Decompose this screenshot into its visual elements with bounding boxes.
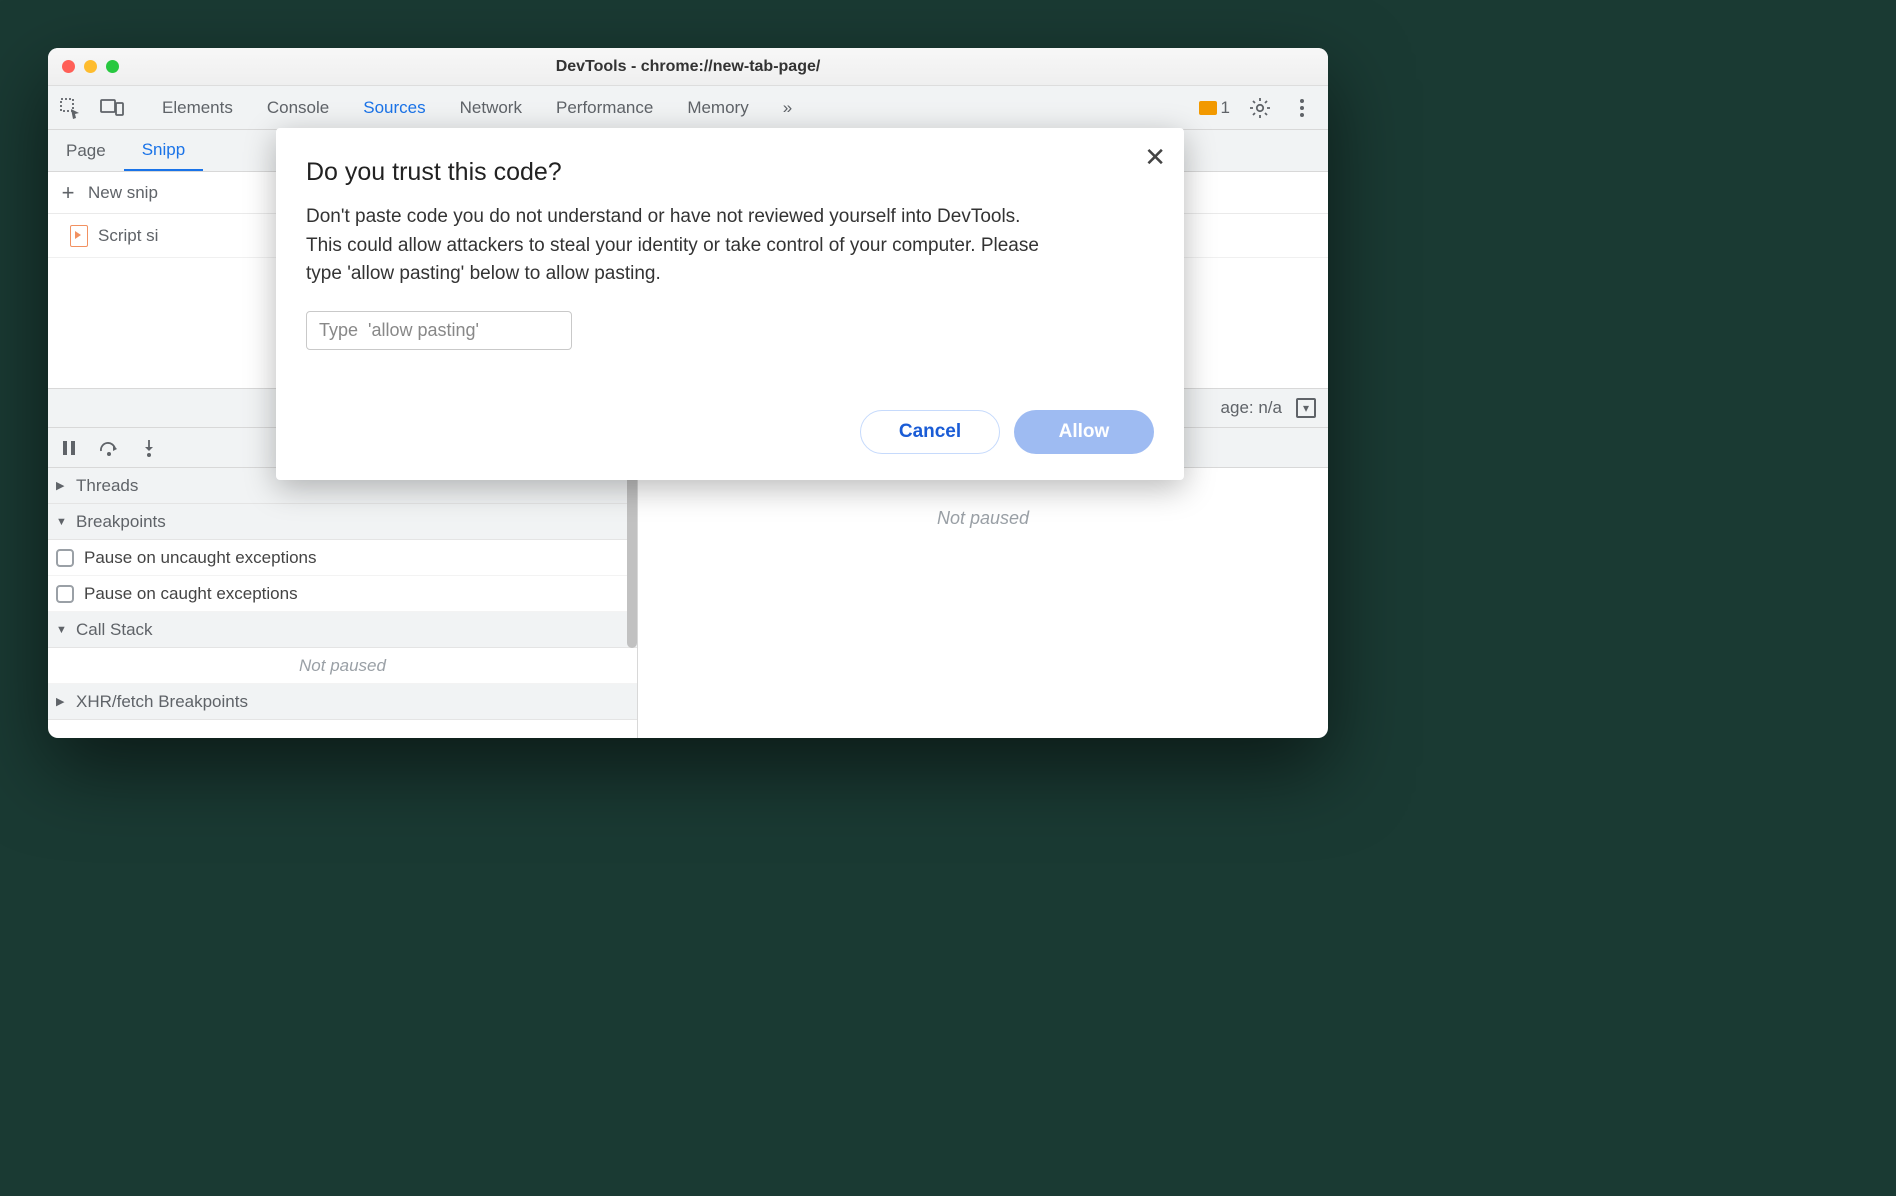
plus-icon: + <box>58 182 78 204</box>
pause-uncaught-row[interactable]: Pause on uncaught exceptions <box>48 540 637 576</box>
pause-caught-label: Pause on caught exceptions <box>84 584 298 604</box>
kebab-menu-icon[interactable] <box>1290 96 1314 120</box>
allow-button[interactable]: Allow <box>1014 410 1154 454</box>
tab-memory[interactable]: Memory <box>687 98 748 118</box>
main-toolbar: Elements Console Sources Network Perform… <box>48 86 1328 130</box>
checkbox-uncaught[interactable] <box>56 549 74 567</box>
checkbox-caught[interactable] <box>56 585 74 603</box>
snippet-item-label: Script si <box>98 226 158 246</box>
zoom-window-icon[interactable] <box>106 60 119 73</box>
chevron-down-icon: ▼ <box>56 516 68 528</box>
chevron-down-icon: ▼ <box>56 624 68 636</box>
tab-performance[interactable]: Performance <box>556 98 653 118</box>
close-icon[interactable]: ✕ <box>1144 142 1166 173</box>
warning-icon <box>1199 101 1217 115</box>
new-snippet-label: New snip <box>88 183 158 203</box>
debugger-sidebar: ▶ Threads ▼ Breakpoints Pause on uncaugh… <box>48 468 638 738</box>
snippet-file-icon <box>70 225 88 247</box>
pause-caught-row[interactable]: Pause on caught exceptions <box>48 576 637 612</box>
devtools-window: DevTools - chrome://new-tab-page/ Elemen… <box>48 48 1328 738</box>
warnings-count: 1 <box>1221 98 1230 118</box>
tab-elements[interactable]: Elements <box>162 98 233 118</box>
step-into-icon[interactable] <box>138 437 160 459</box>
tabs-overflow-icon[interactable]: » <box>783 98 792 118</box>
subtab-snippets[interactable]: Snipp <box>124 130 203 171</box>
trust-code-dialog: ✕ Do you trust this code? Don't paste co… <box>276 128 1184 480</box>
coverage-label: age: n/a <box>1221 398 1282 418</box>
tab-sources[interactable]: Sources <box>363 98 425 118</box>
warnings-badge[interactable]: 1 <box>1199 98 1230 118</box>
inspect-element-icon[interactable] <box>58 96 82 120</box>
scope-pane: Not paused <box>638 468 1328 738</box>
dialog-title: Do you trust this code? <box>306 158 1154 187</box>
close-window-icon[interactable] <box>62 60 75 73</box>
subtab-page[interactable]: Page <box>48 130 124 171</box>
section-call-stack[interactable]: ▼ Call Stack <box>48 612 637 648</box>
pause-icon[interactable] <box>58 437 80 459</box>
scope-not-paused: Not paused <box>937 508 1029 528</box>
titlebar: DevTools - chrome://new-tab-page/ <box>48 48 1328 86</box>
call-stack-label: Call Stack <box>76 620 153 640</box>
section-xhr-breakpoints[interactable]: ▶ XHR/fetch Breakpoints <box>48 684 637 720</box>
chevron-right-icon: ▶ <box>56 695 68 708</box>
minimize-window-icon[interactable] <box>84 60 97 73</box>
step-over-icon[interactable] <box>98 437 120 459</box>
tab-console[interactable]: Console <box>267 98 329 118</box>
window-title: DevTools - chrome://new-tab-page/ <box>48 58 1328 76</box>
call-stack-empty: Not paused <box>48 648 637 684</box>
cancel-button[interactable]: Cancel <box>860 410 1000 454</box>
device-toggle-icon[interactable] <box>100 96 124 120</box>
dialog-body: Don't paste code you do not understand o… <box>306 203 1046 289</box>
tab-network[interactable]: Network <box>460 98 522 118</box>
section-breakpoints[interactable]: ▼ Breakpoints <box>48 504 637 540</box>
coverage-dropdown-icon[interactable]: ▾ <box>1296 398 1316 418</box>
threads-label: Threads <box>76 476 138 496</box>
allow-pasting-input[interactable] <box>306 311 572 350</box>
pause-uncaught-label: Pause on uncaught exceptions <box>84 548 317 568</box>
chevron-right-icon: ▶ <box>56 479 68 492</box>
gear-icon[interactable] <box>1248 96 1272 120</box>
breakpoints-label: Breakpoints <box>76 512 166 532</box>
xhr-breakpoints-label: XHR/fetch Breakpoints <box>76 692 248 712</box>
panel-tabbar: Elements Console Sources Network Perform… <box>142 98 1181 118</box>
debugger-pane: ▶ Threads ▼ Breakpoints Pause on uncaugh… <box>48 468 1328 738</box>
